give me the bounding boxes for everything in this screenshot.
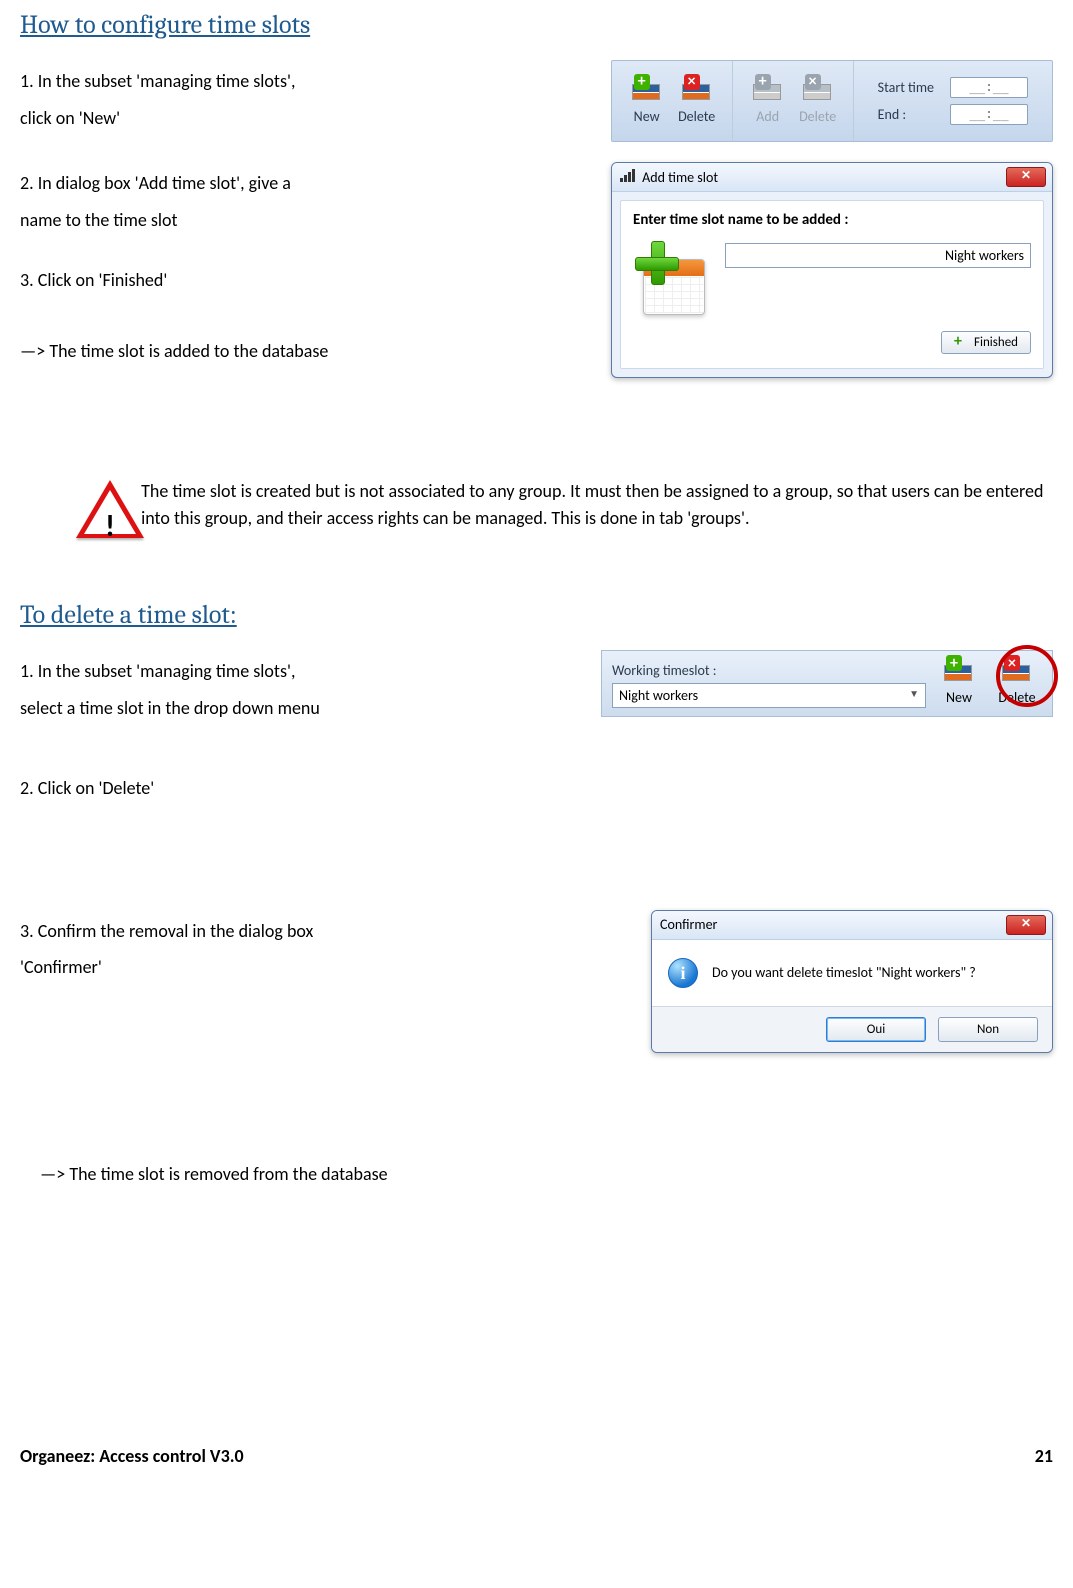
no-button[interactable]: Non [938,1017,1038,1042]
delete-icon: × [682,78,712,104]
finished-button[interactable]: + Finished [941,331,1031,354]
delete2-button: × Delete [793,76,843,127]
delete-icon: × [1002,659,1032,685]
dropdown-value: Night workers [619,687,698,704]
page-number: 21 [1035,1445,1053,1467]
add-button: + Add [743,76,793,127]
timeslot-dropdown[interactable]: Night workers ▼ [612,683,926,708]
dialog-title: Add time slot [620,169,718,186]
new-icon: + [632,78,662,104]
heading-configure: How to configure time slots [20,10,1053,40]
delete-button-label: Delete [678,108,715,125]
close-button[interactable]: ✕ [1006,915,1046,935]
del-step3-line1: 3. Confirm the removal in the dialog box [20,916,440,947]
new-icon: + [944,659,974,685]
app-icon [620,169,635,182]
add-timeslot-dialog: Add time slot ✕ Enter time slot name to … [611,162,1053,378]
chevron-down-icon: ▼ [909,687,919,704]
warning-text: The time slot is created but is not asso… [141,478,1053,532]
del-step1-line1: 1. In the subset 'managing time slots', [20,656,440,687]
tsbar-new-label: New [946,689,972,706]
step1-line1: 1. In the subset 'managing time slots', [20,66,440,97]
step2-line1: 2. In dialog box 'Add time slot', give a [20,168,440,199]
plus-icon: + [954,336,968,350]
ribbon-toolbar: + New × Delete + Add [611,60,1053,142]
calendar-plus-icon [633,239,711,317]
delete2-icon: × [803,78,833,104]
del-step2: 2. Click on 'Delete' [20,773,440,804]
start-time-input[interactable]: __:__ [950,77,1028,98]
tsbar-delete-label: Delete [998,689,1035,706]
close-button[interactable]: ✕ [1006,167,1046,187]
timeslot-name-input[interactable]: Night workers [725,243,1031,268]
new-button[interactable]: + New [622,76,672,127]
tsbar-new-button[interactable]: + New [934,657,984,708]
finished-label: Finished [974,335,1018,350]
confirm-title: Confirmer [660,916,717,933]
heading-delete: To delete a time slot: [20,600,1053,630]
step2-line2: name to the time slot [20,205,440,236]
warning-icon: ! [75,478,117,540]
confirm-message: Do you want delete timeslot "Night worke… [712,964,976,981]
working-timeslot-bar: Working timeslot : Night workers ▼ + New… [601,650,1053,717]
del-step1-line2: select a time slot in the drop down menu [20,693,440,724]
start-time-label: Start time [878,79,934,96]
add-button-label: Add [756,108,779,125]
dialog-prompt: Enter time slot name to be added : [633,211,1031,229]
step1-line2: click on 'New' [20,103,440,134]
info-icon: i [668,958,698,988]
footer-left: Organeez: Access control V3.0 [20,1445,244,1467]
confirm-dialog: Confirmer ✕ i Do you want delete timeslo… [651,910,1053,1053]
delete2-button-label: Delete [799,108,836,125]
tsbar-delete-button[interactable]: × Delete [992,657,1042,708]
step3-line: 3. Click on 'Finished' [20,265,440,296]
end-time-input[interactable]: __:__ [950,104,1028,125]
yes-button[interactable]: Oui [826,1017,926,1042]
delete-button[interactable]: × Delete [672,76,722,127]
result1: —> The time slot is added to the databas… [20,336,440,367]
new-button-label: New [634,108,660,125]
result2: —> The time slot is removed from the dat… [40,1163,1053,1185]
del-step3-line2: 'Confirmer' [20,952,440,983]
add-icon: + [753,78,783,104]
end-time-label: End : [878,106,934,123]
working-timeslot-label: Working timeslot : [612,662,926,679]
